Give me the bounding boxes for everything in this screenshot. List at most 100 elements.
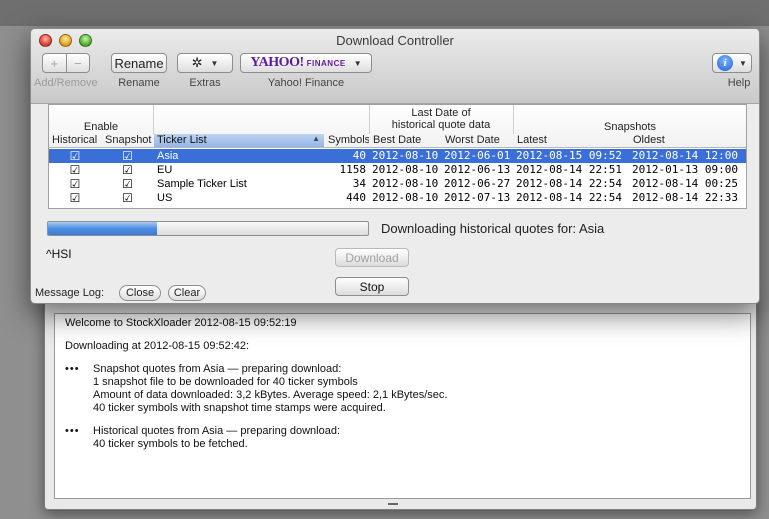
log-line: 1 snapshot file to be downloaded for 40 … [93,376,358,388]
symbols-cell: 40 [352,149,366,162]
oldest-cell: 2012-08-14 22:33 [632,191,738,204]
oldest-cell: 2012-08-14 12:00 [632,149,738,162]
worst-date-cell: 2012-06-13 [444,163,511,176]
header-divider [153,105,154,134]
window-title: Download Controller [336,33,454,48]
add-button[interactable]: + [41,53,66,73]
download-progress-bar [47,221,369,236]
yahoo-finance-label: Yahoo! Finance [267,77,345,89]
worst-date-cell: 2012-06-01 [444,149,511,162]
sort-ascending-icon: ▲ [312,134,320,143]
info-icon: i [717,55,734,71]
enable-group-header: Enable [83,121,119,133]
table-row[interactable]: ☑ ☑ Asia 40 2012-08-10 2012-06-01 2012-08-15 0… [49,149,746,163]
log-downloading-at: Downloading at 2012-08-15 09:52:42: [65,340,250,352]
table-row[interactable]: ☑ ☑ US 440 2012-08-10 2012-07-13 2012-08-14 22… [49,191,746,205]
historical-checkbox[interactable]: ☑ [49,149,101,163]
download-controller-window: Download Controller + − Add/Remove Renam… [30,28,760,304]
bullet-icon: ••• [65,363,80,375]
best-date-cell: 2012-08-10 [372,149,439,162]
ticker-list-cell: Asia [157,150,179,162]
snapshot-checkbox[interactable]: ☑ [102,191,153,205]
help-label: Help [727,77,751,89]
historical-checkbox[interactable]: ☑ [49,191,101,205]
resize-grip-icon[interactable] [388,503,398,505]
log-line: Amount of data downloaded: 3,2 kBytes. A… [93,389,448,401]
ticker-list-cell: US [157,192,173,204]
last-date-group-header: Last Date of [411,107,471,119]
extras-button[interactable]: ✲ ▼ [177,53,233,73]
chevron-down-icon: ▼ [353,58,362,68]
rename-label: Rename [118,77,160,89]
column-header-latest[interactable]: Latest [514,134,629,147]
best-date-cell: 2012-08-10 [372,163,439,176]
add-remove-label: Add/Remove [34,77,98,89]
column-header-ticker-list[interactable]: Ticker List ▲ [154,134,324,147]
symbols-cell: 440 [346,191,366,204]
snapshot-checkbox[interactable]: ☑ [102,149,153,163]
column-header-worst-date[interactable]: Worst Date [442,134,513,147]
help-button[interactable]: i ▼ [712,53,752,73]
yahoo-finance-logo: YAHOO! FINANCE [250,55,346,70]
latest-cell: 2012-08-14 22:54 [516,177,622,190]
column-header-oldest[interactable]: Oldest [630,134,746,147]
column-header-historical[interactable]: Historical [49,134,101,147]
best-date-cell: 2012-08-10 [372,191,439,204]
log-line: 40 ticker symbols with snapshot time sta… [93,402,386,414]
symbols-cell: 1158 [339,163,367,176]
snapshot-checkbox[interactable]: ☑ [102,177,153,191]
title-bar: Download Controller + − Add/Remove Renam… [31,29,759,104]
gear-icon: ✲ [191,55,203,70]
snapshots-group-header: Snapshots [604,121,656,133]
table-row[interactable]: ☑ ☑ EU 1158 2012-08-10 2012-06-13 2012-08-14 2… [49,163,746,177]
message-log-label: Message Log: [35,287,105,299]
historical-checkbox[interactable]: ☑ [49,163,101,177]
best-date-cell: 2012-08-10 [372,177,439,190]
remove-button[interactable]: − [65,53,90,73]
message-log-pane[interactable]: Welcome to StockXloader 2012-08-15 09:52… [54,313,751,499]
rename-button[interactable]: Rename [111,53,167,73]
log-entry-historical: ••• Historical quotes from Asia — prepar… [65,425,740,451]
worst-date-cell: 2012-07-13 [444,191,511,204]
desktop-background [0,0,769,26]
help-group: i ▼ Help [712,53,752,89]
snapshot-checkbox[interactable]: ☑ [102,163,153,177]
chevron-down-icon: ▼ [739,58,747,68]
oldest-cell: 2012-08-14 00:25 [632,177,738,190]
message-log-window: Welcome to StockXloader 2012-08-15 09:52… [44,296,757,510]
stop-button[interactable]: Stop [335,277,409,296]
ticker-list-table: Enable Last Date of historical quote dat… [48,104,747,209]
log-line: Snapshot quotes from Asia — preparing do… [93,363,342,375]
latest-cell: 2012-08-14 22:54 [516,191,622,204]
download-status-text: Downloading historical quotes for: Asia [381,221,605,236]
download-button[interactable]: Download [335,248,409,267]
table-row[interactable]: ☑ ☑ Sample Ticker List 34 2012-08-10 2012-06-… [49,177,746,191]
bullet-icon: ••• [65,425,80,437]
latest-cell: 2012-08-15 09:52 [516,149,622,162]
yahoo-finance-button[interactable]: YAHOO! FINANCE ▼ [240,53,372,73]
yahoo-finance-group: YAHOO! FINANCE ▼ Yahoo! Finance [240,53,372,89]
header-divider [369,105,370,134]
log-close-button[interactable]: Close [119,285,161,301]
column-header-snapshot[interactable]: Snapshot [102,134,153,147]
symbols-cell: 34 [352,177,366,190]
log-welcome: Welcome to StockXloader 2012-08-15 09:52… [65,317,297,329]
historical-checkbox[interactable]: ☑ [49,177,101,191]
progress-fill [48,222,157,235]
current-symbol: ^HSI [46,247,72,261]
column-header-best-date[interactable]: Best Date [370,134,441,147]
column-header-symbols[interactable]: Symbols [325,134,369,147]
table-header: Enable Last Date of historical quote dat… [49,105,746,148]
log-clear-button[interactable]: Clear [168,285,206,301]
add-remove-group: + − Add/Remove [34,53,98,89]
latest-cell: 2012-08-14 22:51 [516,163,622,176]
log-line: Historical quotes from Asia — preparing … [93,425,341,437]
log-line: 40 ticker symbols to be fetched. [93,438,248,450]
extras-label: Extras [189,77,221,89]
ticker-list-cell: EU [157,164,173,176]
log-entry-snapshot: ••• Snapshot quotes from Asia — preparin… [65,363,740,415]
header-divider [513,105,514,134]
oldest-cell: 2012-01-13 09:00 [632,163,738,176]
last-date-group-header-2: historical quote data [391,119,491,131]
worst-date-cell: 2012-06-27 [444,177,511,190]
